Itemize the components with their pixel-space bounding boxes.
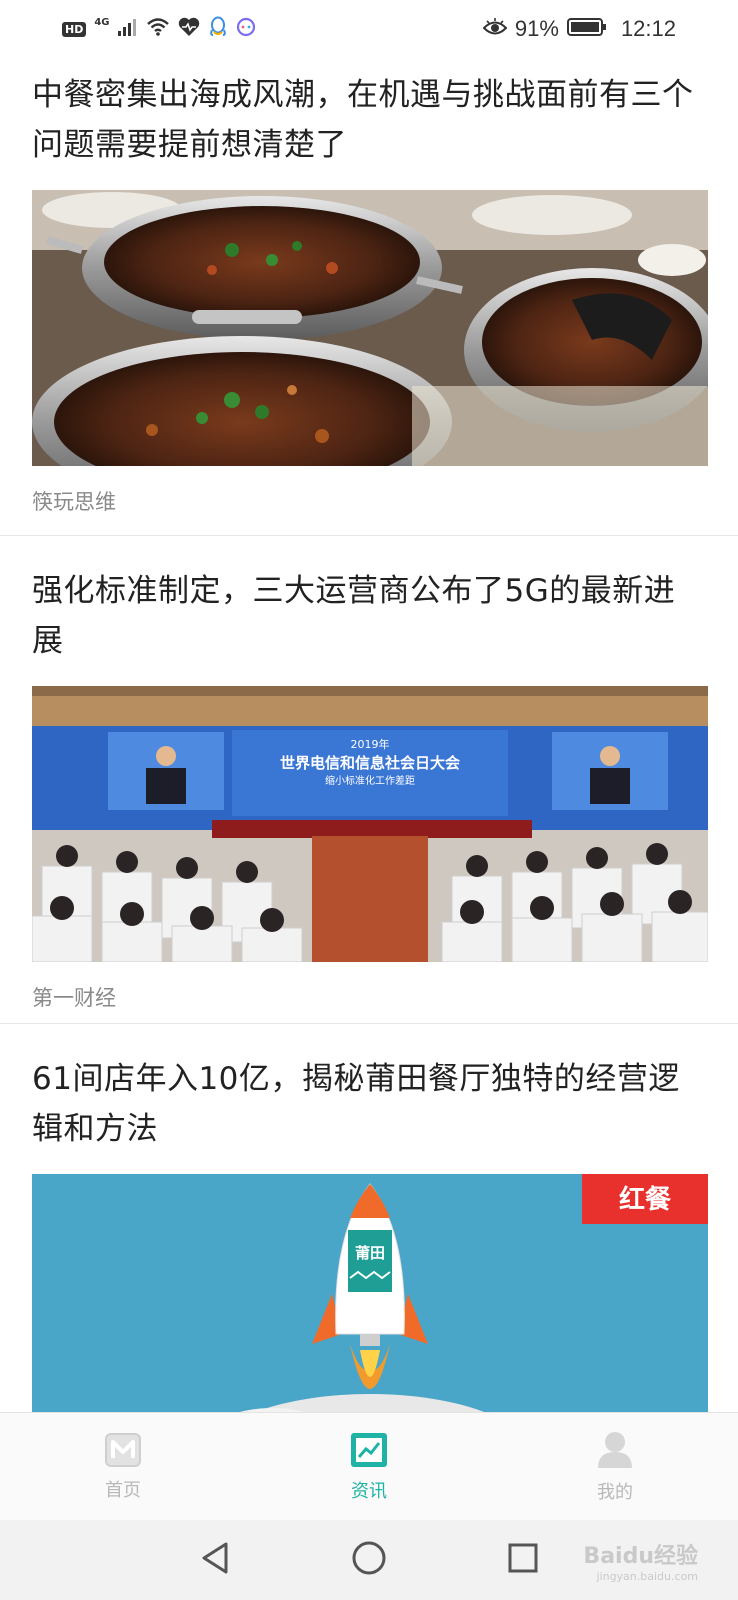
banner-subline: 缩小标准化工作差距 <box>325 774 415 787</box>
banner-year: 2019年 <box>351 737 390 751</box>
network-type: 4G <box>94 17 110 28</box>
banner-headline: 世界电信和信息社会日大会 <box>280 754 460 772</box>
bottom-navigation: 首页 资讯 我的 <box>0 1412 738 1520</box>
wifi-icon <box>146 18 170 40</box>
nav-profile-label: 我的 <box>597 1481 633 1503</box>
hd-badge: HD <box>62 21 87 37</box>
watermark-url: jingyan.baidu.com <box>596 1570 698 1583</box>
news-card[interactable]: 中餐密集出海成风潮，在机遇与挑战面前有三个问题需要提前想清楚了 筷玩思维 <box>0 58 738 536</box>
trend-icon <box>349 1431 389 1473</box>
battery-percent: 91% <box>514 16 559 41</box>
health-heart-icon <box>178 17 200 41</box>
qq-notification-icon <box>208 16 228 42</box>
status-bar: HD 4G 91% 12:12 <box>0 0 738 58</box>
watermark-brand: Baidu经验 <box>583 1544 698 1569</box>
food-pans-photo <box>32 190 708 466</box>
home-circle-icon <box>351 1540 387 1580</box>
article-image-rocket[interactable]: 莆田 红餐 <box>32 1174 708 1412</box>
system-home-button[interactable] <box>292 1520 446 1600</box>
nav-home-label: 首页 <box>105 1479 141 1501</box>
back-icon <box>198 1540 232 1580</box>
signal-icon <box>117 18 138 40</box>
article-title[interactable]: 中餐密集出海成风潮，在机遇与挑战面前有三个问题需要提前想清楚了 <box>32 64 706 170</box>
rocket-label: 莆田 <box>355 1244 385 1262</box>
recents-icon <box>506 1541 540 1579</box>
eye-comfort-icon <box>482 18 508 40</box>
rocket-illustration: 莆田 红餐 <box>32 1174 708 1412</box>
system-back-button[interactable] <box>138 1520 292 1600</box>
conference-photo: 2019年 世界电信和信息社会日大会 缩小标准化工作差距 <box>32 686 708 962</box>
nav-news-label: 资讯 <box>351 1480 387 1502</box>
article-image-conference[interactable]: 2019年 世界电信和信息社会日大会 缩小标准化工作差距 <box>32 686 708 962</box>
baidu-watermark: Baidu经验 jingyan.baidu.com <box>583 1538 698 1583</box>
clock: 12:12 <box>620 16 676 41</box>
news-feed[interactable]: 中餐密集出海成风潮，在机遇与挑战面前有三个问题需要提前想清楚了 筷玩思维 强化标… <box>0 58 738 1412</box>
news-card[interactable]: 强化标准制定，三大运营商公布了5G的最新进展 2019年 世界电信和信息社会日大… <box>0 536 738 1024</box>
nav-home[interactable]: 首页 <box>0 1413 246 1520</box>
status-right: 91% 12:12 <box>482 16 676 42</box>
news-card[interactable]: 61间店年入10亿，揭秘莆田餐厅独特的经营逻辑和方法 莆田 红餐 <box>0 1024 738 1412</box>
article-image-food-pans[interactable] <box>32 190 708 466</box>
article-title[interactable]: 强化标准制定，三大运营商公布了5G的最新进展 <box>32 560 706 666</box>
status-left: HD 4G <box>62 16 256 42</box>
nav-news[interactable]: 资讯 <box>246 1413 492 1520</box>
home-icon <box>104 1432 142 1472</box>
red-badge-text: 红餐 <box>619 1184 672 1215</box>
battery-icon <box>566 17 607 41</box>
profile-icon <box>596 1430 634 1474</box>
article-source: 筷玩思维 <box>32 490 116 514</box>
article-title[interactable]: 61间店年入10亿，揭秘莆田餐厅独特的经营逻辑和方法 <box>32 1048 706 1154</box>
nav-profile[interactable]: 我的 <box>492 1413 738 1520</box>
chat-bubble-icon <box>236 17 256 41</box>
system-recents-button[interactable] <box>446 1520 600 1600</box>
